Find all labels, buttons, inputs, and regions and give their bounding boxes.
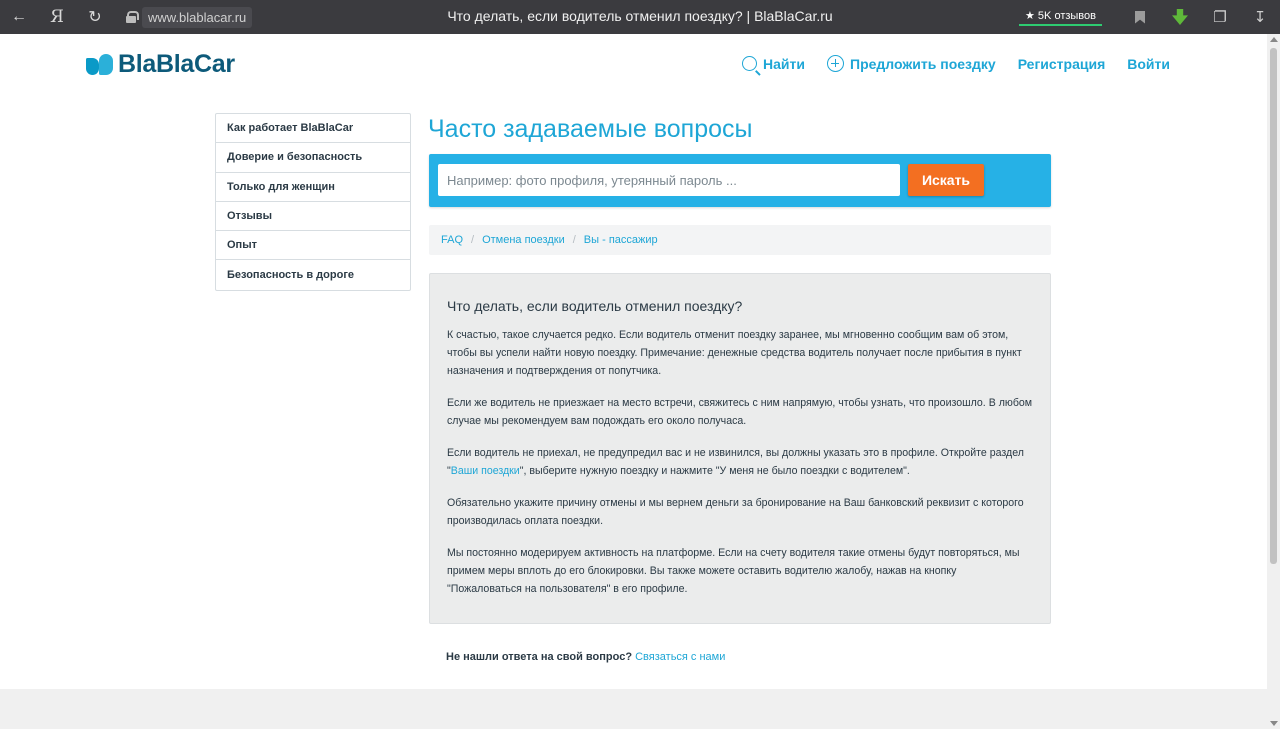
- register-link[interactable]: Регистрация: [1018, 55, 1106, 72]
- back-button[interactable]: ←: [0, 0, 38, 34]
- download-icon: ↧: [1253, 9, 1267, 26]
- bookmark-icon: [1135, 10, 1145, 24]
- article-paragraph: К счастью, такое случается редко. Если в…: [447, 329, 1022, 377]
- breadcrumb-ride-cancellation[interactable]: Отмена поездки: [482, 234, 565, 246]
- scrollbar-thumb[interactable]: [1270, 48, 1277, 564]
- yandex-icon: Я: [50, 7, 64, 27]
- article-paragraph: Мы постоянно модерируем активность на пл…: [447, 547, 1020, 595]
- sidebar-item-how-it-works[interactable]: Как работает BlaBlaCar: [216, 114, 410, 144]
- breadcrumb: FAQ / Отмена поездки / Вы - пассажир: [429, 225, 1051, 255]
- article-paragraph: Если водитель не приехал, не предупредил…: [447, 447, 1024, 477]
- login-link[interactable]: Войти: [1127, 55, 1170, 72]
- download-arrow-icon: [1172, 9, 1188, 25]
- breadcrumb-separator: /: [572, 234, 576, 246]
- offer-ride-link[interactable]: Предложить поездку: [827, 55, 996, 72]
- sidebar-item-road-safety[interactable]: Безопасность в дороге: [216, 260, 410, 289]
- reviews-badge[interactable]: ★ 5K отзывов: [1019, 8, 1102, 26]
- logo-mark-icon: [86, 52, 114, 78]
- reload-button[interactable]: ↻: [76, 0, 114, 34]
- yandex-button[interactable]: Я: [38, 0, 76, 34]
- contact-us-link[interactable]: Связаться с нами: [635, 651, 725, 663]
- page-scrollbar[interactable]: [1267, 34, 1280, 729]
- your-rides-link[interactable]: Ваши поездки: [451, 465, 520, 477]
- article-paragraph: Обязательно укажите причину отмены и мы …: [447, 497, 1024, 527]
- faq-sidebar: Как работает BlaBlaCar Доверие и безопас…: [215, 113, 411, 291]
- extensions-button[interactable]: ❐: [1200, 0, 1240, 34]
- article-heading: Что делать, если водитель отменил поездк…: [447, 298, 743, 314]
- breadcrumb-passenger[interactable]: Вы - пассажир: [584, 234, 658, 246]
- sidebar-item-experience[interactable]: Опыт: [216, 231, 410, 261]
- plus-circle-icon: [827, 55, 844, 72]
- scroll-down-icon[interactable]: [1270, 721, 1278, 726]
- browser-toolbar: ← Я ↻ www.blablacar.ru Что делать, если …: [0, 0, 1280, 34]
- faq-search-input[interactable]: [438, 164, 900, 196]
- blablacar-logo[interactable]: BlaBlaCar: [86, 50, 235, 79]
- scroll-up-icon[interactable]: [1270, 37, 1278, 42]
- faq-article: Что делать, если водитель отменил поездк…: [429, 273, 1051, 624]
- breadcrumb-separator: /: [471, 234, 475, 246]
- arrow-left-icon: ←: [11, 8, 27, 25]
- find-link[interactable]: Найти: [742, 55, 805, 72]
- breadcrumb-faq[interactable]: FAQ: [441, 234, 463, 246]
- search-icon: [742, 56, 758, 71]
- page-title: Часто задаваемые вопросы: [428, 115, 753, 143]
- reload-icon: ↻: [88, 9, 102, 26]
- logo-text: BlaBlaCar: [118, 50, 235, 78]
- address-bar[interactable]: www.blablacar.ru: [126, 6, 253, 28]
- sidebar-item-reviews[interactable]: Отзывы: [216, 202, 410, 232]
- lock-icon: [126, 11, 139, 23]
- article-paragraph: Если же водитель не приезжает на место в…: [447, 397, 1033, 427]
- sidebar-item-trust-safety[interactable]: Доверие и безопасность: [216, 143, 410, 173]
- sidebar-item-women-only[interactable]: Только для женщин: [216, 173, 410, 202]
- download-button[interactable]: ↧: [1240, 0, 1280, 34]
- contact-prompt: Не нашли ответа на свой вопрос? Связатьс…: [446, 651, 726, 663]
- faq-search-bar: Искать: [429, 154, 1051, 207]
- top-navigation: Найти Предложить поездку Регистрация Вой…: [742, 55, 1170, 72]
- footer: [0, 689, 1267, 729]
- downloads-green-button[interactable]: [1160, 0, 1200, 34]
- bookmark-button[interactable]: [1120, 0, 1160, 34]
- url-text: www.blablacar.ru: [142, 6, 253, 28]
- extensions-icon: ❐: [1213, 9, 1227, 26]
- search-button[interactable]: Искать: [908, 164, 984, 196]
